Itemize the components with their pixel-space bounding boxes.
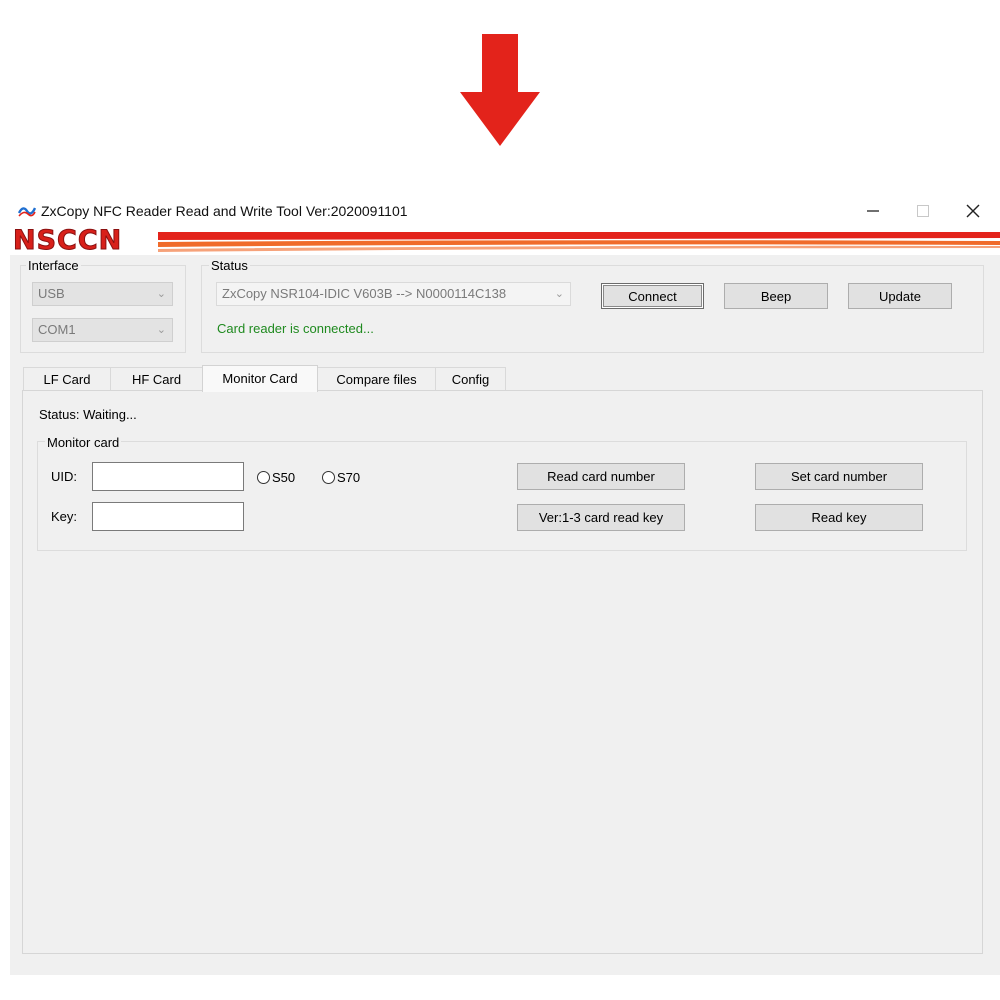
app-window: ZxCopy NFC Reader Read and Write Tool Ve… <box>10 195 1000 975</box>
title-bar: ZxCopy NFC Reader Read and Write Tool Ve… <box>10 195 1000 227</box>
read-key-button[interactable]: Read key <box>755 504 923 531</box>
app-icon <box>18 207 36 217</box>
s50-radio[interactable] <box>257 471 270 484</box>
device-value: ZxCopy NSR104-IDIC V603B --> N0000114C13… <box>222 286 507 301</box>
maximize-button[interactable] <box>900 197 946 225</box>
connection-status-message: Card reader is connected... <box>217 321 374 336</box>
tab-lf-card[interactable]: LF Card <box>23 367 111 391</box>
uid-label: UID: <box>51 469 77 484</box>
beep-button[interactable]: Beep <box>724 283 828 309</box>
key-input[interactable] <box>92 502 244 531</box>
com-port-select[interactable]: COM1 ⌄ <box>32 318 173 342</box>
banner-stripes <box>158 232 1000 252</box>
brand-logo: NSCCN <box>12 227 123 255</box>
connect-button[interactable]: Connect <box>601 283 704 309</box>
minimize-button[interactable] <box>850 197 896 225</box>
uid-input[interactable] <box>92 462 244 491</box>
update-button[interactable]: Update <box>848 283 952 309</box>
status-group-label: Status <box>209 258 250 273</box>
minimize-icon <box>867 210 879 212</box>
chevron-down-icon: ⌄ <box>554 288 564 300</box>
s70-radio[interactable] <box>322 471 335 484</box>
device-select[interactable]: ZxCopy NSR104-IDIC V603B --> N0000114C13… <box>216 282 571 306</box>
window-title: ZxCopy NFC Reader Read and Write Tool Ve… <box>41 203 408 219</box>
chevron-down-icon: ⌄ <box>156 288 166 300</box>
tab-compare-files[interactable]: Compare files <box>317 367 436 391</box>
com-port-value: COM1 <box>38 322 76 337</box>
interface-group-label: Interface <box>26 258 81 273</box>
close-button[interactable] <box>950 197 996 225</box>
tab-monitor-card[interactable]: Monitor Card <box>202 365 318 392</box>
brand-banner: NSCCN <box>10 227 1000 255</box>
chevron-down-icon: ⌄ <box>156 324 166 336</box>
tab-config[interactable]: Config <box>435 367 506 391</box>
status-group <box>201 265 984 353</box>
interface-type-value: USB <box>38 286 65 301</box>
ver-card-read-key-button[interactable]: Ver:1-3 card read key <box>517 504 685 531</box>
monitor-card-group <box>37 441 967 551</box>
set-card-number-button[interactable]: Set card number <box>755 463 923 490</box>
key-label: Key: <box>51 509 78 524</box>
down-arrow-icon <box>460 34 540 146</box>
s50-label: S50 <box>272 470 296 485</box>
close-icon <box>966 204 980 218</box>
monitor-status-text: Status: Waiting... <box>39 407 137 422</box>
interface-type-select[interactable]: USB ⌄ <box>32 282 173 306</box>
read-card-number-button[interactable]: Read card number <box>517 463 685 490</box>
s70-label: S70 <box>337 470 361 485</box>
monitor-card-group-label: Monitor card <box>45 435 122 450</box>
maximize-icon <box>917 205 929 217</box>
tab-hf-card[interactable]: HF Card <box>110 367 203 391</box>
